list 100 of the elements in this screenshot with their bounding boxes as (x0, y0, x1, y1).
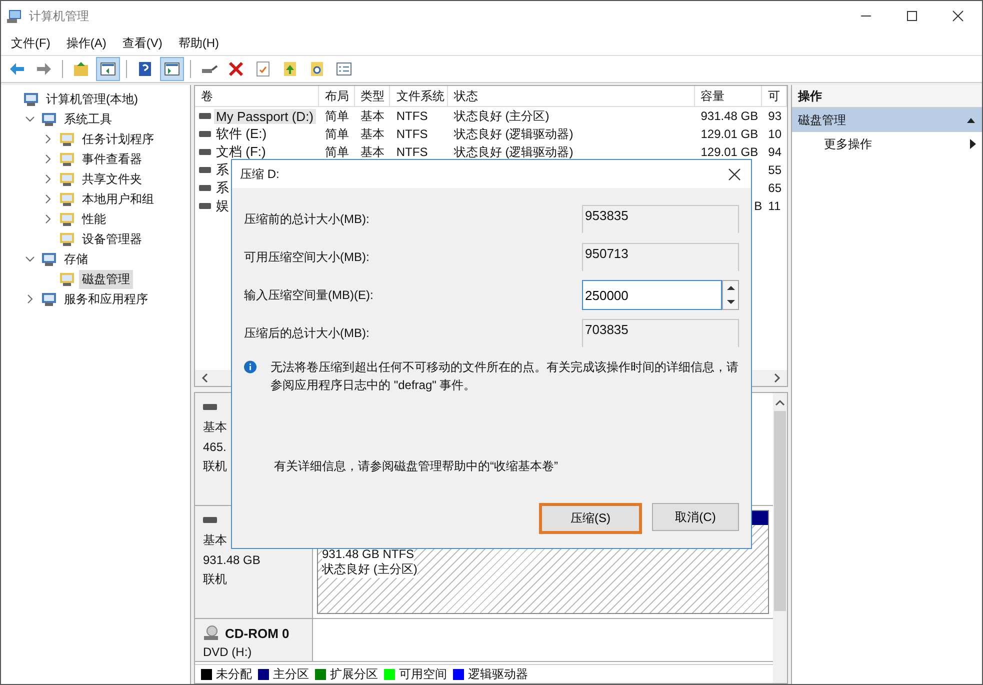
tree-item[interactable]: 事件查看器 (79, 150, 145, 168)
table-cell: 10 (768, 127, 782, 141)
tree-item[interactable]: 本地用户和组 (79, 190, 157, 208)
tree-node-icon (23, 91, 39, 107)
shrink-button[interactable]: 压缩(S) (539, 503, 642, 534)
scroll-right-icon[interactable] (773, 373, 781, 383)
column-header[interactable]: 容量 (694, 86, 762, 106)
actions-section[interactable]: 磁盘管理 (792, 108, 982, 132)
chevron-right-icon[interactable] (43, 154, 53, 164)
table-cell: NTFS (396, 109, 428, 123)
chevron-right-icon[interactable] (43, 194, 53, 204)
column-header[interactable]: 文件系统 (390, 86, 448, 106)
vertical-scrollbar[interactable] (773, 393, 787, 683)
drive-icon (199, 131, 211, 137)
table-cell: 基本 (360, 126, 385, 140)
drive-icon (199, 149, 211, 155)
info-icon (244, 358, 257, 376)
field-label: 输入压缩空间量(MB)(E): (244, 286, 374, 304)
volume-name[interactable]: 系 (214, 179, 231, 197)
disk-info-text: DVD (H:) (203, 645, 252, 659)
tree-item[interactable]: 性能 (79, 210, 109, 228)
disk-info-text: 465. (203, 440, 226, 454)
column-header[interactable]: 类型 (354, 86, 390, 106)
tree-node-icon (59, 231, 75, 247)
table-cell: 简单 (324, 126, 349, 140)
disk-info-text: 基本 (203, 532, 227, 549)
tree-item[interactable]: 磁盘管理 (79, 270, 133, 288)
table-cell: 基本 (360, 144, 385, 158)
tree-item[interactable]: 系统工具 (61, 110, 115, 128)
readonly-field: 953835 (582, 205, 739, 233)
menu-item[interactable]: 操作(A) (66, 34, 106, 52)
tree-item[interactable]: 服务和应用程序 (61, 290, 151, 308)
partition-text: 状态良好 (主分区) (322, 561, 418, 578)
legend-label: 可用空间 (399, 666, 447, 682)
column-header[interactable]: 布局 (318, 86, 355, 106)
volume-name[interactable]: My Passport (D:) (214, 108, 316, 124)
action-pane-icon[interactable] (160, 57, 184, 81)
maximize-icon[interactable] (906, 10, 918, 22)
table-cell: NTFS (396, 145, 428, 159)
legend-label: 扩展分区 (330, 666, 378, 682)
table-cell: 94 (768, 145, 782, 159)
volume-name[interactable]: 文档 (F:) (214, 143, 268, 161)
readonly-field: 703835 (582, 319, 739, 347)
volume-name[interactable]: 系 (214, 161, 231, 179)
menu-item[interactable]: 文件(F) (11, 34, 50, 52)
column-header[interactable]: 卷 (195, 86, 319, 106)
scroll-up-icon[interactable] (775, 399, 785, 407)
table-cell: 931.48 GB (700, 109, 758, 123)
scroll-left-icon[interactable] (201, 373, 209, 383)
menu-item[interactable]: 查看(V) (122, 34, 162, 52)
chevron-down-icon[interactable] (25, 114, 35, 124)
tree-node-icon (59, 171, 75, 187)
menu-item[interactable]: 帮助(H) (178, 34, 219, 52)
volume-name[interactable]: 软件 (E:) (214, 125, 269, 143)
table-cell: 55 (768, 163, 782, 177)
cd-drive-icon (203, 625, 219, 641)
column-header[interactable]: 状态 (448, 86, 695, 106)
tree-node-icon (59, 271, 75, 287)
computer-icon (7, 8, 23, 24)
chevron-right-icon[interactable] (43, 214, 53, 224)
field-label: 可用压缩空间大小(MB): (244, 248, 370, 266)
volume-name[interactable]: 娱 (214, 197, 231, 215)
cancel-button[interactable]: 取消(C) (652, 503, 739, 531)
action-link[interactable]: 更多操作 (824, 136, 872, 152)
disk-name: CD-ROM 0 (225, 626, 290, 640)
submenu-arrow-icon (970, 139, 976, 149)
chevron-right-icon[interactable] (43, 134, 53, 144)
chevron-right-icon[interactable] (25, 294, 35, 304)
help-text: 有关详细信息，请参阅磁盘管理帮助中的“收缩基本卷” (273, 458, 559, 475)
window-title: 计算机管理 (29, 8, 89, 24)
disk-info-text: 联机 (203, 571, 227, 588)
chevron-down-icon[interactable] (25, 254, 35, 264)
chevron-right-icon[interactable] (43, 174, 53, 184)
table-cell: 状态良好 (主分区) (454, 108, 550, 122)
disk-info-text: 联机 (203, 458, 227, 475)
close-icon[interactable] (952, 10, 964, 22)
spin-buttons[interactable] (722, 280, 739, 310)
tree-item[interactable]: 计算机管理(本地) (43, 90, 141, 108)
table-cell: 65 (768, 181, 782, 195)
table-cell: 简单 (324, 144, 349, 158)
column-header[interactable]: 可 (762, 86, 787, 106)
drive-icon (199, 203, 211, 209)
scroll-thumb[interactable] (774, 411, 786, 611)
tree-pane-icon[interactable] (96, 57, 120, 81)
close-icon[interactable] (728, 168, 741, 180)
table-cell: 129.01 GB (700, 145, 758, 159)
actions-header: 操作 (792, 85, 982, 108)
table-cell: 状态良好 (逻辑驱动器) (454, 144, 574, 158)
info-text: 无法将卷压缩到超出任何不可移动的文件所在的点。有关完成该操作时间的详细信息，请参阅应用程序日志中的 "defrag" 事件。 (270, 359, 739, 394)
collapse-triangle-icon[interactable] (966, 116, 976, 124)
table-cell: NTFS (396, 127, 428, 141)
tree-item[interactable]: 共享文件夹 (79, 170, 145, 188)
legend-label: 未分配 (216, 666, 252, 682)
tree-item[interactable]: 任务计划程序 (79, 130, 157, 148)
tree-item[interactable]: 设备管理器 (79, 230, 145, 248)
tree-item[interactable]: 存储 (61, 250, 91, 268)
size-input-field[interactable]: 250000 (582, 280, 722, 310)
drive-icon (199, 185, 211, 191)
drive-icon (199, 113, 211, 119)
disk-info-text: 931.48 GB (203, 553, 260, 567)
